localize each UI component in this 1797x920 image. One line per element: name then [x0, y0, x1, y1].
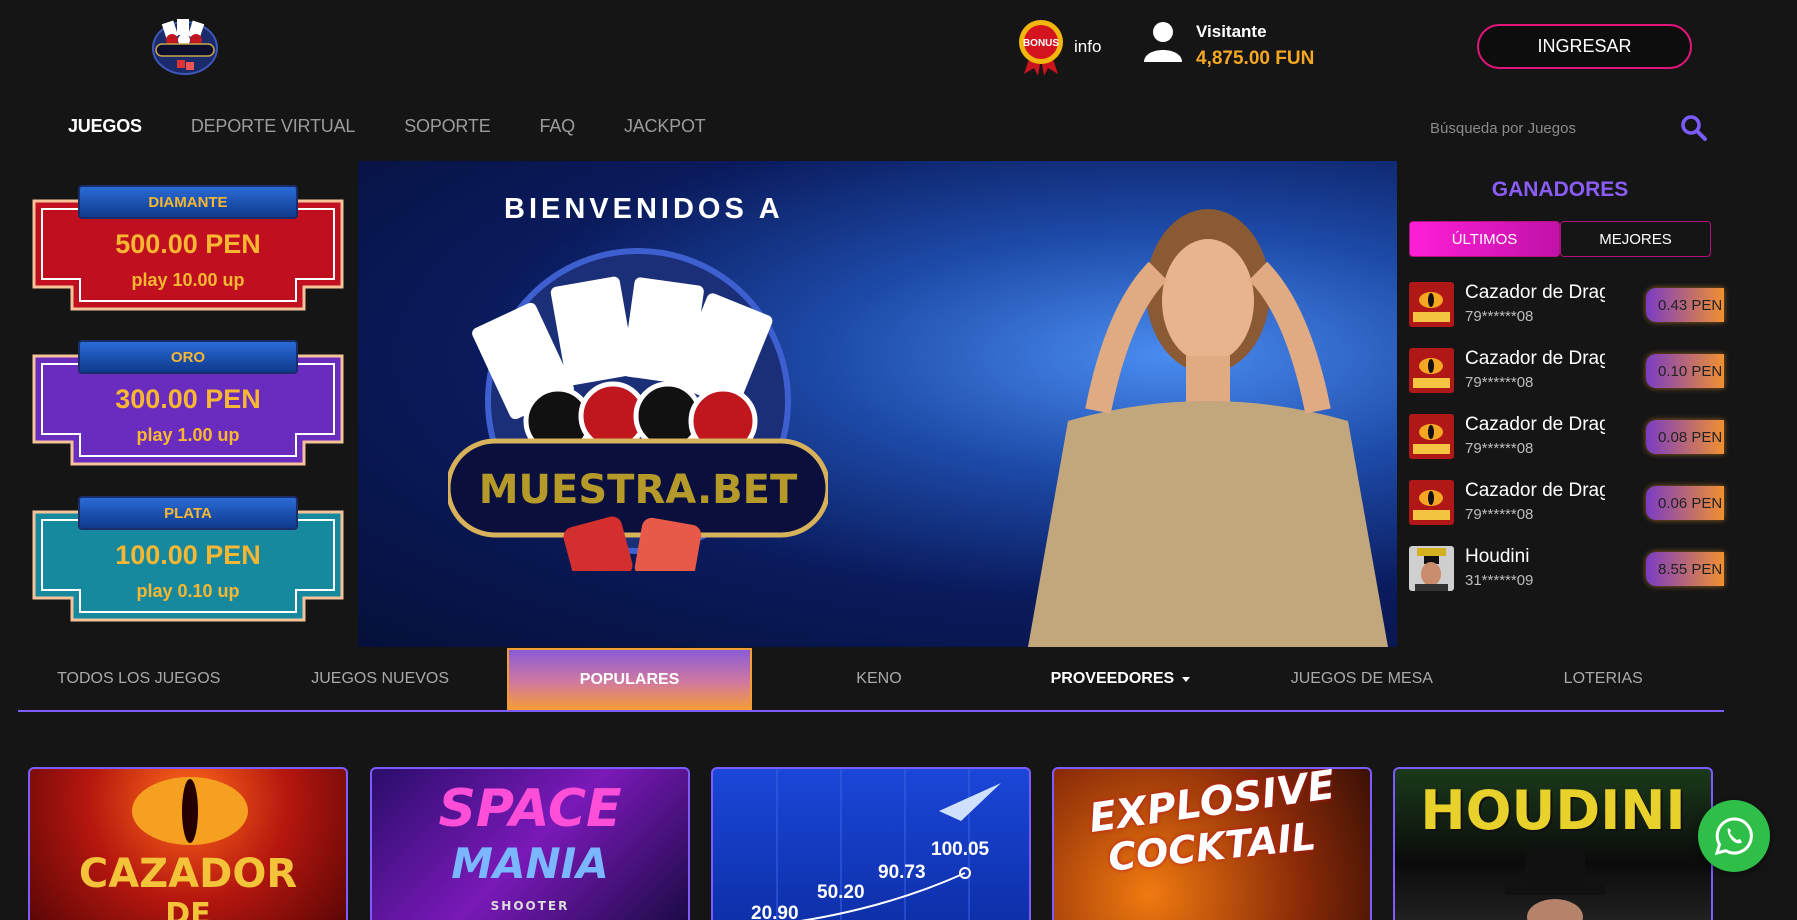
jackpot-oro: ORO 300.00 PEN play 1.00 up: [32, 340, 344, 466]
game-title: SPACE: [438, 779, 622, 839]
user-panel: Visitante 4,875.00 FUN: [1142, 20, 1314, 70]
winner-game: Cazador de Dragones: [1465, 480, 1605, 501]
winner-row[interactable]: Cazador de Dragones 79******08 0.43 PEN: [1409, 278, 1724, 330]
nav-item-faq[interactable]: FAQ: [540, 116, 576, 137]
winner-game: Cazador de Dragones: [1465, 348, 1605, 369]
game-thumbnail: [1409, 480, 1454, 525]
jackpot-amount: 300.00 PEN: [115, 384, 261, 414]
tab-mejores[interactable]: MEJORES: [1560, 221, 1711, 257]
jackpot-play: play 1.00 up: [136, 425, 240, 445]
winners-title: GANADORES: [1491, 178, 1629, 201]
winner-amount: 0.43 PEN: [1646, 288, 1724, 322]
tab-ultimos[interactable]: ÚLTIMOS: [1409, 221, 1560, 257]
chevron-down-icon: [1182, 676, 1191, 682]
search-box: [1430, 110, 1720, 146]
search-icon[interactable]: [1680, 114, 1708, 142]
winner-amount: 0.06 PEN: [1646, 486, 1724, 520]
game-subtitle: DE: [165, 897, 211, 920]
winner-user: 79******08: [1465, 308, 1534, 325]
tab-juegos-nuevos[interactable]: JUEGOS NUEVOS: [259, 648, 500, 710]
jackpot-title: DIAMANTE: [148, 193, 228, 211]
site-logo[interactable]: [150, 16, 220, 78]
jackpot-title: PLATA: [164, 504, 212, 522]
search-input[interactable]: [1430, 119, 1670, 137]
game-subtitle: MANIA: [451, 839, 609, 888]
magician-hat-icon: [1505, 847, 1605, 920]
main-nav: JUEGOS DEPORTE VIRTUAL SOPORTE FAQ JACKP…: [68, 116, 706, 137]
user-balance: 4,875.00 FUN: [1196, 48, 1315, 69]
jackpot-diamante: DIAMANTE 500.00 PEN play 10.00 up: [32, 185, 344, 311]
jackpot-play: play 0.10 up: [136, 581, 240, 601]
crash-graph: 100.05 90.73 50.20 20.90: [751, 769, 1001, 920]
whatsapp-button[interactable]: [1698, 800, 1770, 872]
tab-juegos-de-mesa[interactable]: JUEGOS DE MESA: [1241, 648, 1482, 710]
winner-amount: 0.08 PEN: [1646, 420, 1724, 454]
winner-amount: 0.10 PEN: [1646, 354, 1724, 388]
winner-user: 79******08: [1465, 440, 1534, 457]
winners-tabs: ÚLTIMOS MEJORES: [1409, 221, 1711, 257]
winner-user: 79******08: [1465, 374, 1534, 391]
user-name: Visitante: [1196, 22, 1267, 41]
banner-welcome-text: BIENVENIDOS A: [504, 193, 784, 225]
game-card-space-mania[interactable]: SPACE MANIA SHOOTER: [370, 767, 690, 920]
dragon-eye-icon: [132, 777, 248, 845]
welcome-banner[interactable]: BIENVENIDOS A MUESTRA.BET: [358, 161, 1397, 647]
game-card-cazador[interactable]: CAZADOR DE: [28, 767, 348, 920]
winner-user: 79******08: [1465, 506, 1534, 523]
game-thumbnail: [1409, 282, 1454, 327]
paper-plane-icon: [939, 783, 1001, 821]
game-tag: SHOOTER: [490, 899, 570, 913]
whatsapp-icon: [1714, 817, 1753, 856]
winner-row[interactable]: Houdini 31******09 8.55 PEN: [1409, 542, 1724, 594]
login-button[interactable]: INGRESAR: [1477, 24, 1692, 69]
jackpot-title-bar: PLATA: [78, 496, 298, 530]
winner-row[interactable]: Cazador de Dragones 79******08 0.10 PEN: [1409, 344, 1724, 396]
jackpot-amount: 100.00 PEN: [115, 540, 261, 570]
game-thumbnail: [1409, 546, 1454, 591]
jackpot-title: ORO: [170, 348, 206, 366]
winner-row[interactable]: Cazador de Dragones 79******08 0.06 PEN: [1409, 476, 1724, 528]
bonus-info[interactable]: BONUS info: [1016, 18, 1101, 76]
tab-todos-los-juegos[interactable]: TODOS LOS JUEGOS: [18, 648, 259, 710]
info-label: info: [1074, 37, 1102, 56]
jackpot-amount: 500.00 PEN: [115, 229, 261, 259]
winner-game: Cazador de Dragones: [1465, 282, 1605, 303]
crash-value: 90.73: [878, 862, 926, 883]
winner-amount: 8.55 PEN: [1646, 552, 1724, 586]
crash-value: 100.05: [931, 839, 990, 860]
game-title: HOUDINI: [1420, 779, 1686, 842]
winner-user: 31******09: [1465, 572, 1534, 589]
nav-item-jackpot[interactable]: JACKPOT: [624, 116, 706, 137]
jackpot-title-bar: ORO: [78, 340, 298, 374]
tab-proveedores-label: PROVEEDORES: [1050, 670, 1175, 687]
game-thumbnail: [1409, 414, 1454, 459]
crash-value: 50.20: [817, 882, 865, 903]
nav-item-juegos[interactable]: JUEGOS: [68, 116, 142, 137]
tab-loterias[interactable]: LOTERIAS: [1483, 648, 1724, 710]
winner-game: Cazador de Dragones: [1465, 414, 1605, 435]
game-card-houdini[interactable]: HOUDINI: [1393, 767, 1713, 920]
crash-value: 20.90: [751, 903, 799, 920]
bonus-badge-icon: BONUS: [1016, 18, 1066, 76]
banner-logo-text: MUESTRA.BET: [479, 467, 798, 513]
tab-keno[interactable]: KENO: [758, 648, 999, 710]
user-avatar-icon: [1142, 20, 1184, 67]
banner-model-image: [1028, 209, 1388, 647]
jackpot-title-bar: DIAMANTE: [78, 185, 298, 219]
game-thumbnail: [1409, 348, 1454, 393]
nav-item-soporte[interactable]: SOPORTE: [404, 116, 490, 137]
banner-logo-graphic: MUESTRA.BET: [448, 248, 828, 571]
jackpot-play: play 10.00 up: [131, 270, 245, 290]
tab-proveedores[interactable]: PROVEEDORES: [1000, 648, 1241, 710]
winner-game: Houdini: [1465, 546, 1530, 567]
jackpot-plata: PLATA 100.00 PEN play 0.10 up: [32, 496, 344, 622]
game-card-crash[interactable]: 100.05 90.73 50.20 20.90: [711, 767, 1031, 920]
tab-populares[interactable]: POPULARES: [506, 648, 753, 710]
winner-row[interactable]: Cazador de Dragones 79******08 0.08 PEN: [1409, 410, 1724, 462]
game-card-explosive-cocktail[interactable]: EXPLOSIVE COCKTAIL: [1052, 767, 1372, 920]
bonus-badge-label: BONUS: [1023, 38, 1059, 49]
nav-item-deporte-virtual[interactable]: DEPORTE VIRTUAL: [191, 116, 356, 137]
category-bar: TODOS LOS JUEGOS JUEGOS NUEVOS POPULARES…: [18, 648, 1724, 712]
game-title: CAZADOR: [78, 851, 298, 897]
